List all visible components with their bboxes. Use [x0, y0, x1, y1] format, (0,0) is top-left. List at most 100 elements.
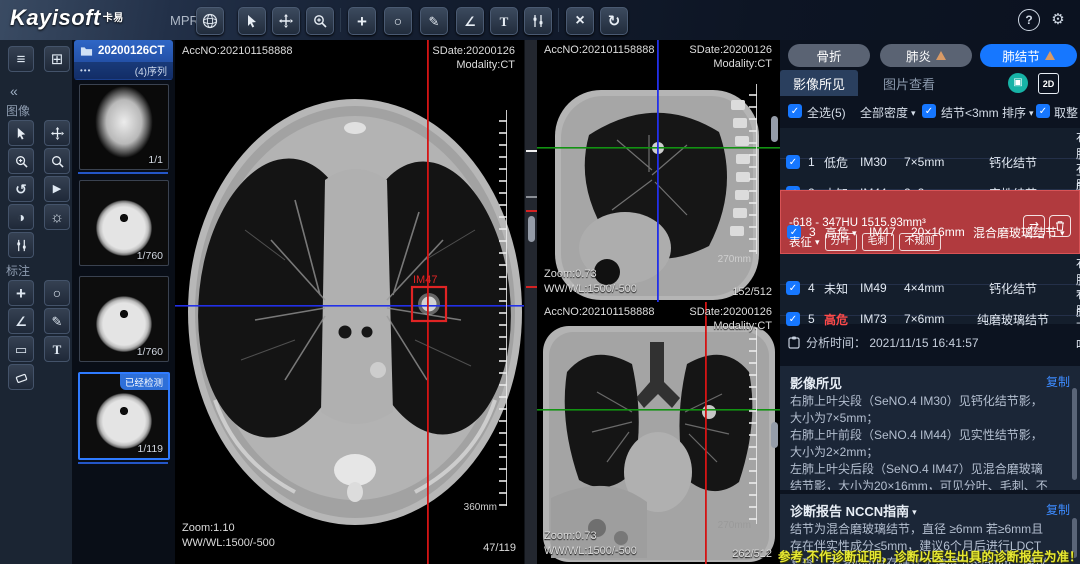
collapse-sidebar-icon[interactable]: [10, 84, 18, 98]
sliders-icon: [15, 239, 28, 252]
series-list-icon[interactable]: [8, 46, 34, 72]
thumbnail-axial-selected[interactable]: 已经检测 1/119: [78, 372, 170, 460]
annot-pencil-button[interactable]: [44, 308, 70, 334]
nodule-row-4[interactable]: 4 未知 IM49 4×4mm 钙化结节 右肺下叶: [780, 254, 1080, 285]
pan-icon: [279, 14, 293, 28]
detected-badge: 已经检测: [120, 374, 168, 390]
tab-label: 影像所见: [793, 74, 845, 93]
study-tab[interactable]: 20200126CT (4)序列: [74, 40, 173, 80]
sagittal-scroll-handle[interactable]: [771, 116, 778, 142]
crosshair-tool-button[interactable]: [348, 7, 376, 35]
clipboard-icon: [788, 336, 800, 349]
pan-tool-button[interactable]: [272, 7, 300, 35]
sagittal-wwwl-label: WW/WL:1500/-500: [544, 283, 637, 295]
pan-icon: [51, 127, 64, 140]
sidebar-pan-button[interactable]: [44, 120, 70, 146]
more-dots-icon[interactable]: [80, 67, 91, 75]
density-dropdown[interactable]: 全部密度: [860, 104, 916, 121]
zoom-in-tool-button[interactable]: [306, 7, 334, 35]
axial-crosshair-horizontal[interactable]: [175, 305, 524, 307]
sidebar-flip-button[interactable]: [44, 176, 70, 202]
axial-wwwl-label: WW/WL:1500/-500: [182, 537, 275, 549]
axial-slice-counter: 47/119: [483, 542, 516, 554]
logo-text: Kayisoft: [10, 5, 101, 30]
annot-crosshair-button[interactable]: [8, 280, 34, 306]
relocate-icon[interactable]: [1023, 215, 1045, 237]
trash-icon[interactable]: [1049, 215, 1071, 237]
sidebar-windowing-button[interactable]: [8, 232, 34, 258]
findings-copy-link[interactable]: 复制: [1046, 373, 1070, 390]
text-tool-button[interactable]: [490, 7, 518, 35]
sagittal-viewport[interactable]: AccNO:202101158888 SDate:20200126 Modali…: [537, 40, 780, 304]
cursor-icon: [15, 127, 28, 140]
select-all-label[interactable]: 全选(5): [807, 104, 846, 121]
coronal-viewport[interactable]: AccNO:202101158888 SDate:20200126 Modali…: [537, 302, 780, 564]
nodule-row-3-selected[interactable]: 3 高危 IM47 20×16mm 混合磨玻璃结节 左肺上叶 -618 - 34…: [780, 190, 1080, 254]
tab-image-view[interactable]: 图片查看: [870, 70, 948, 96]
magnifier-icon: [51, 155, 64, 168]
windowing-tool-button[interactable]: [524, 7, 552, 35]
coronal-modality: Modality:CT: [713, 320, 772, 332]
annot-eraser-button[interactable]: [8, 364, 34, 390]
nodule-row-1[interactable]: 1 低危 IM30 7×5mm 钙化结节 右肺上叶: [780, 128, 1080, 159]
sidebar-cursor-button[interactable]: [8, 120, 34, 146]
annot-angle-button[interactable]: [8, 308, 34, 334]
mode-2d-button[interactable]: 2D: [1038, 73, 1059, 94]
feature-dropdown[interactable]: 表征: [789, 234, 820, 250]
settings-gear-icon[interactable]: [1048, 9, 1068, 29]
coronal-scroll-handle[interactable]: [771, 422, 778, 448]
annot-ellipse-button[interactable]: [44, 280, 70, 306]
series-count: (4)序列: [135, 63, 167, 78]
sagittal-crosshair-vertical[interactable]: [657, 40, 659, 302]
nodule-row-5[interactable]: 5 高危 IM73 7×6mm 纯磨玻璃结节 右肺下叶: [780, 285, 1080, 316]
angle-tool-button[interactable]: [456, 7, 484, 35]
report-title-dropdown[interactable]: 诊断报告 NCCN指南: [790, 501, 917, 520]
delete-annotation-button[interactable]: [566, 7, 594, 35]
axial-ct-image[interactable]: IM47: [175, 40, 524, 564]
sidebar-magnify-button[interactable]: [44, 148, 70, 174]
nodule-row-2[interactable]: 2 未知 IM44 2×2mm 实性结节 右肺上叶: [780, 159, 1080, 190]
ellipse-tool-button[interactable]: [384, 7, 412, 35]
axial-ruler-label: 360mm: [451, 502, 497, 513]
mpr-icon[interactable]: [196, 7, 224, 35]
annot-text-button[interactable]: [44, 336, 70, 362]
ruler-tool-button[interactable]: [420, 7, 448, 35]
axial-crosshair-vertical[interactable]: [427, 40, 429, 564]
round-checkbox[interactable]: [1036, 104, 1050, 118]
sidebar-brightness-button[interactable]: [44, 204, 70, 230]
small-nodule-label[interactable]: 结节<3mm: [941, 104, 999, 121]
findings-scrollbar[interactable]: [1072, 388, 1077, 480]
sidebar-rotate-button[interactable]: [8, 176, 34, 202]
annot-rectangle-button[interactable]: [8, 336, 34, 362]
thumbnail-axial-2[interactable]: 1/760: [79, 276, 169, 362]
pneumonia-mode-button[interactable]: 肺炎: [880, 44, 972, 67]
tab-findings[interactable]: 影像所见: [780, 70, 858, 96]
layout-icon[interactable]: [44, 46, 70, 72]
help-icon[interactable]: [1018, 9, 1040, 31]
row-checkbox[interactable]: [786, 312, 800, 326]
scroll-handle[interactable]: [528, 216, 535, 242]
finding-line: 右肺上叶尖段（SeNO.4 IM30）见钙化结节影，大小为7×5mm；: [790, 393, 1048, 427]
lung-nodule-mode-button[interactable]: 肺结节: [980, 44, 1077, 67]
small-nodule-checkbox[interactable]: [922, 104, 936, 118]
reset-view-button[interactable]: [600, 7, 628, 35]
report-copy-link[interactable]: 复制: [1046, 501, 1070, 518]
select-all-checkbox[interactable]: [788, 104, 802, 118]
capture-icon[interactable]: [1008, 73, 1028, 93]
fracture-mode-button[interactable]: 骨折: [788, 44, 870, 67]
findings-section: 影像所见 复制 右肺上叶尖段（SeNO.4 IM30）见钙化结节影，大小为7×5…: [780, 366, 1080, 490]
sort-dropdown[interactable]: 排序: [1002, 104, 1034, 121]
axial-accno: AccNO:202101158888: [182, 45, 293, 57]
thumbnail-scout[interactable]: 1/1: [79, 84, 169, 170]
coronal-crosshair-horizontal[interactable]: [537, 409, 780, 411]
sidebar-zoom-in-button[interactable]: [8, 148, 34, 174]
cursor-tool-button[interactable]: [238, 7, 266, 35]
nodule-type: 纯磨玻璃结节: [964, 311, 1062, 328]
axial-viewport[interactable]: IM47 AccNO:202101158888 SDate:20200126 M…: [175, 40, 524, 564]
toolbar-separator: [340, 8, 341, 32]
axial-slice-scrollbar[interactable]: [524, 40, 538, 564]
round-label[interactable]: 取整: [1054, 104, 1078, 121]
sagittal-slice-counter: 152/512: [732, 286, 772, 298]
sidebar-invert-button[interactable]: [8, 204, 34, 230]
thumbnail-axial-1[interactable]: 1/760: [79, 180, 169, 266]
